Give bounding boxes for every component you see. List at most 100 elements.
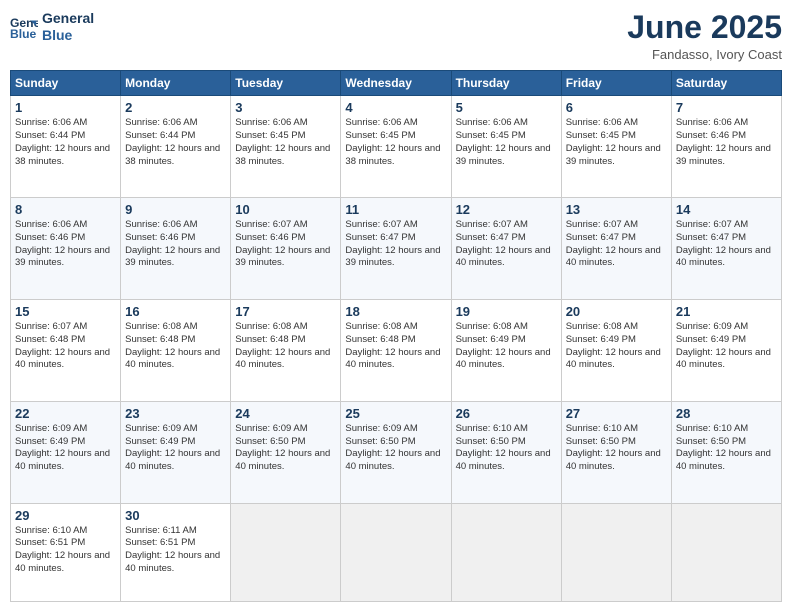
calendar-week-row: 1 Sunrise: 6:06 AMSunset: 6:44 PMDaylight… <box>11 96 782 198</box>
table-row: 29 Sunrise: 6:10 AMSunset: 6:51 PMDayligh… <box>11 503 121 601</box>
day-number: 27 <box>566 406 667 421</box>
day-number: 26 <box>456 406 557 421</box>
day-info: Sunrise: 6:09 AMSunset: 6:49 PMDaylight:… <box>676 321 777 372</box>
table-row: 11 Sunrise: 6:07 AMSunset: 6:47 PMDayligh… <box>341 198 451 300</box>
day-info: Sunrise: 6:07 AMSunset: 6:47 PMDaylight:… <box>566 219 667 270</box>
calendar-header-row: Sunday Monday Tuesday Wednesday Thursday… <box>11 71 782 96</box>
day-info: Sunrise: 6:08 AMSunset: 6:48 PMDaylight:… <box>345 321 446 372</box>
day-info: Sunrise: 6:06 AMSunset: 6:44 PMDaylight:… <box>15 117 116 168</box>
table-row: 24Sunrise: 6:09 AMSunset: 6:50 PMDayligh… <box>231 401 341 503</box>
day-number: 29 <box>15 508 116 523</box>
day-number: 28 <box>676 406 777 421</box>
day-number: 3 <box>235 100 336 115</box>
table-row: 9 Sunrise: 6:06 AMSunset: 6:46 PMDaylight… <box>121 198 231 300</box>
day-number: 20 <box>566 304 667 319</box>
month-title: June 2025 <box>627 10 782 45</box>
day-info: Sunrise: 6:09 AMSunset: 6:50 PMDaylight:… <box>235 423 336 474</box>
logo-blue: Blue <box>42 27 94 44</box>
table-row: 27 Sunrise: 6:10 AMSunset: 6:50 PMDayligh… <box>561 401 671 503</box>
day-info: Sunrise: 6:07 AMSunset: 6:46 PMDaylight:… <box>235 219 336 270</box>
day-info: Sunrise: 6:06 AMSunset: 6:46 PMDaylight:… <box>15 219 116 270</box>
day-number: 22 <box>15 406 116 421</box>
table-row: 1 Sunrise: 6:06 AMSunset: 6:44 PMDaylight… <box>11 96 121 198</box>
table-row: 16 Sunrise: 6:08 AMSunset: 6:48 PMDayligh… <box>121 299 231 401</box>
table-row: 14 Sunrise: 6:07 AMSunset: 6:47 PMDayligh… <box>671 198 781 300</box>
col-monday: Monday <box>121 71 231 96</box>
calendar-table: Sunday Monday Tuesday Wednesday Thursday… <box>10 70 782 602</box>
day-info: Sunrise: 6:09 AMSunset: 6:49 PMDaylight:… <box>15 423 116 474</box>
day-number: 16 <box>125 304 226 319</box>
table-row: 10Sunrise: 6:07 AMSunset: 6:46 PMDayligh… <box>231 198 341 300</box>
day-number: 5 <box>456 100 557 115</box>
day-info: Sunrise: 6:10 AMSunset: 6:50 PMDaylight:… <box>566 423 667 474</box>
day-info: Sunrise: 6:07 AMSunset: 6:48 PMDaylight:… <box>15 321 116 372</box>
day-number: 8 <box>15 202 116 217</box>
day-info: Sunrise: 6:07 AMSunset: 6:47 PMDaylight:… <box>456 219 557 270</box>
svg-text:Blue: Blue <box>10 27 37 41</box>
day-number: 1 <box>15 100 116 115</box>
col-wednesday: Wednesday <box>341 71 451 96</box>
day-number: 2 <box>125 100 226 115</box>
table-row: 5Sunrise: 6:06 AMSunset: 6:45 PMDaylight… <box>451 96 561 198</box>
day-info: Sunrise: 6:06 AMSunset: 6:45 PMDaylight:… <box>235 117 336 168</box>
day-info: Sunrise: 6:08 AMSunset: 6:49 PMDaylight:… <box>456 321 557 372</box>
day-number: 4 <box>345 100 446 115</box>
table-row: 3 Sunrise: 6:06 AMSunset: 6:45 PMDaylight… <box>231 96 341 198</box>
day-info: Sunrise: 6:10 AMSunset: 6:50 PMDaylight:… <box>456 423 557 474</box>
day-number: 13 <box>566 202 667 217</box>
day-info: Sunrise: 6:07 AMSunset: 6:47 PMDaylight:… <box>676 219 777 270</box>
day-number: 9 <box>125 202 226 217</box>
table-row: 12 Sunrise: 6:07 AMSunset: 6:47 PMDayligh… <box>451 198 561 300</box>
logo: General Blue General Blue <box>10 10 94 44</box>
table-row <box>561 503 671 601</box>
day-number: 23 <box>125 406 226 421</box>
table-row: 17Sunrise: 6:08 AMSunset: 6:48 PMDayligh… <box>231 299 341 401</box>
day-info: Sunrise: 6:09 AMSunset: 6:50 PMDaylight:… <box>345 423 446 474</box>
day-info: Sunrise: 6:06 AMSunset: 6:45 PMDaylight:… <box>566 117 667 168</box>
day-info: Sunrise: 6:06 AMSunset: 6:45 PMDaylight:… <box>345 117 446 168</box>
calendar-body: 1 Sunrise: 6:06 AMSunset: 6:44 PMDaylight… <box>11 96 782 602</box>
table-row: 28 Sunrise: 6:10 AMSunset: 6:50 PMDayligh… <box>671 401 781 503</box>
title-area: June 2025 Fandasso, Ivory Coast <box>627 10 782 62</box>
logo-icon: General Blue <box>10 13 38 41</box>
table-row: 15Sunrise: 6:07 AMSunset: 6:48 PMDayligh… <box>11 299 121 401</box>
day-info: Sunrise: 6:08 AMSunset: 6:48 PMDaylight:… <box>125 321 226 372</box>
table-row: 7 Sunrise: 6:06 AMSunset: 6:46 PMDaylight… <box>671 96 781 198</box>
table-row: 6 Sunrise: 6:06 AMSunset: 6:45 PMDaylight… <box>561 96 671 198</box>
day-number: 18 <box>345 304 446 319</box>
location: Fandasso, Ivory Coast <box>627 47 782 62</box>
table-row: 8 Sunrise: 6:06 AMSunset: 6:46 PMDaylight… <box>11 198 121 300</box>
day-info: Sunrise: 6:10 AMSunset: 6:50 PMDaylight:… <box>676 423 777 474</box>
table-row: 25Sunrise: 6:09 AMSunset: 6:50 PMDayligh… <box>341 401 451 503</box>
table-row: 22 Sunrise: 6:09 AMSunset: 6:49 PMDayligh… <box>11 401 121 503</box>
day-number: 7 <box>676 100 777 115</box>
day-number: 11 <box>345 202 446 217</box>
table-row: 23Sunrise: 6:09 AMSunset: 6:49 PMDayligh… <box>121 401 231 503</box>
day-info: Sunrise: 6:08 AMSunset: 6:49 PMDaylight:… <box>566 321 667 372</box>
calendar-week-row: 22 Sunrise: 6:09 AMSunset: 6:49 PMDayligh… <box>11 401 782 503</box>
calendar-week-row: 29 Sunrise: 6:10 AMSunset: 6:51 PMDayligh… <box>11 503 782 601</box>
day-number: 21 <box>676 304 777 319</box>
col-friday: Friday <box>561 71 671 96</box>
table-row: 21 Sunrise: 6:09 AMSunset: 6:49 PMDayligh… <box>671 299 781 401</box>
col-thursday: Thursday <box>451 71 561 96</box>
calendar-week-row: 15Sunrise: 6:07 AMSunset: 6:48 PMDayligh… <box>11 299 782 401</box>
day-number: 30 <box>125 508 226 523</box>
page: General Blue General Blue June 2025 Fand… <box>0 0 792 612</box>
day-info: Sunrise: 6:10 AMSunset: 6:51 PMDaylight:… <box>15 525 116 576</box>
calendar-week-row: 8 Sunrise: 6:06 AMSunset: 6:46 PMDaylight… <box>11 198 782 300</box>
table-row: 30Sunrise: 6:11 AMSunset: 6:51 PMDayligh… <box>121 503 231 601</box>
col-tuesday: Tuesday <box>231 71 341 96</box>
logo-general: General <box>42 10 94 27</box>
day-info: Sunrise: 6:06 AMSunset: 6:46 PMDaylight:… <box>125 219 226 270</box>
day-number: 6 <box>566 100 667 115</box>
day-info: Sunrise: 6:06 AMSunset: 6:46 PMDaylight:… <box>676 117 777 168</box>
table-row: 13 Sunrise: 6:07 AMSunset: 6:47 PMDayligh… <box>561 198 671 300</box>
day-info: Sunrise: 6:07 AMSunset: 6:47 PMDaylight:… <box>345 219 446 270</box>
table-row: 26 Sunrise: 6:10 AMSunset: 6:50 PMDayligh… <box>451 401 561 503</box>
day-number: 17 <box>235 304 336 319</box>
day-number: 12 <box>456 202 557 217</box>
header: General Blue General Blue June 2025 Fand… <box>10 10 782 62</box>
day-number: 14 <box>676 202 777 217</box>
table-row: 4 Sunrise: 6:06 AMSunset: 6:45 PMDaylight… <box>341 96 451 198</box>
